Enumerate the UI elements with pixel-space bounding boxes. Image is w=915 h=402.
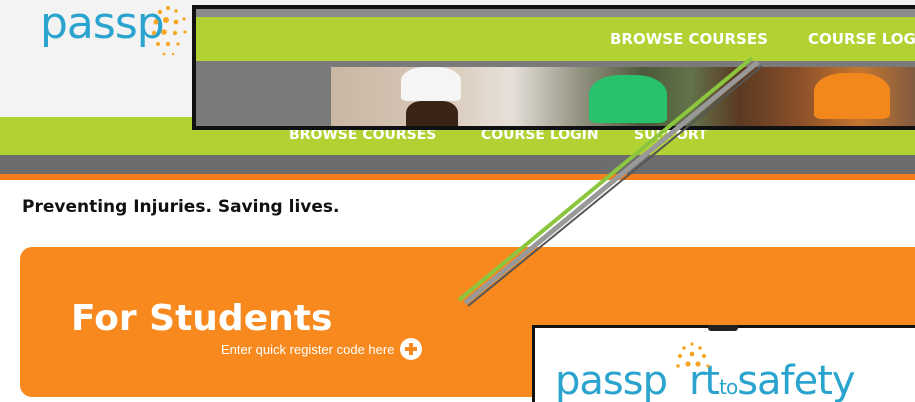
starburst-icon xyxy=(151,6,187,56)
students-title: For Students xyxy=(71,298,333,339)
starburst-icon xyxy=(676,342,710,368)
green-hard-hat xyxy=(589,75,667,123)
zoom-nav-course-login[interactable]: COURSE LOGI xyxy=(808,30,915,48)
popup-tab xyxy=(708,325,738,331)
zoom-nav-browse-courses[interactable]: BROWSE COURSES xyxy=(610,30,768,48)
popup-logo-to: to xyxy=(719,375,738,399)
quick-register-link[interactable]: Enter quick register code here xyxy=(221,338,423,360)
chef-face xyxy=(406,101,458,126)
gray-band xyxy=(0,155,915,174)
page: passp BROWSE COURSES COURSE LOGIN SUPPOR… xyxy=(0,0,915,402)
zoom-callout: BROWSE COURSES COURSE LOGI xyxy=(192,5,915,130)
zoom-nav: BROWSE COURSES COURSE LOGI xyxy=(196,17,915,61)
hero-photo-strip xyxy=(331,67,915,126)
zoom-top-band xyxy=(196,9,915,17)
quick-register-label: Enter quick register code here xyxy=(221,341,395,357)
logo-popup: passp rttosafety xyxy=(532,325,915,402)
orange-divider xyxy=(0,174,915,180)
popup-logo-a: passp xyxy=(555,358,668,402)
orange-hard-hat xyxy=(814,73,890,119)
popup-logo-c: safety xyxy=(737,358,855,402)
chef-hat xyxy=(401,67,461,101)
plus-circle-icon[interactable] xyxy=(400,338,423,360)
tagline: Preventing Injuries. Saving lives. xyxy=(22,197,340,217)
